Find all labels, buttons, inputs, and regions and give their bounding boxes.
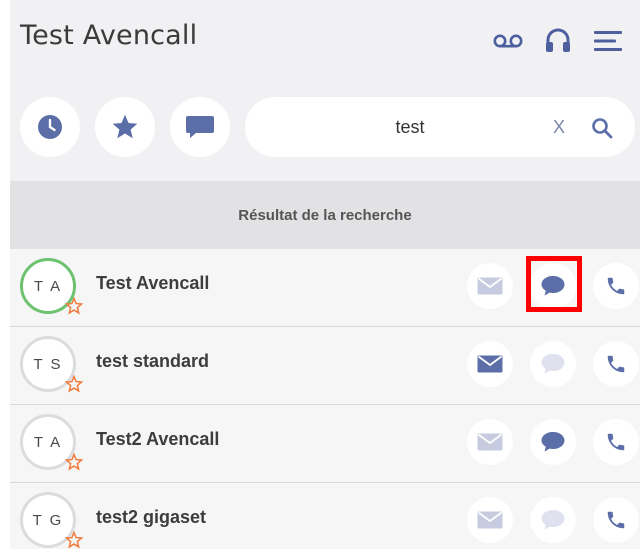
search-icon [592,118,613,139]
email-button[interactable] [467,497,513,543]
phone-icon [607,433,625,451]
favorite-star-icon[interactable] [65,453,83,471]
email-button[interactable] [467,341,513,387]
menu-icon[interactable] [590,24,626,58]
envelope-icon [477,355,503,373]
search-button[interactable] [587,113,617,143]
contact-name: Test2 Avencall [96,429,220,449]
favorites-filter-button[interactable] [95,97,155,157]
contact-name: test2 gigaset [96,507,207,527]
envelope-icon [477,511,503,529]
email-button[interactable] [467,263,513,309]
chat-button[interactable] [530,341,576,387]
voicemail-icon[interactable] [490,24,526,58]
search-input[interactable] [265,113,555,141]
contact-name: test standard [96,351,210,371]
call-button[interactable] [593,341,639,387]
headset-icon[interactable] [540,24,576,58]
phone-icon [607,277,625,295]
clear-search-button[interactable]: X [545,113,573,141]
call-button[interactable] [593,263,639,309]
contact-row[interactable]: T G test2 gigaset [10,483,640,549]
history-filter-button[interactable] [20,97,80,157]
favorite-star-icon[interactable] [65,531,83,549]
chat-button[interactable] [530,419,576,465]
header: Test Avencall [10,0,640,80]
chat-button[interactable] [530,497,576,543]
favorite-star-icon[interactable] [65,375,83,393]
contacts-panel: Test Avencall test X Résultat de la rech… [10,0,640,549]
contact-row[interactable]: T A Test Avencall [10,249,640,327]
chat-bubble-icon [541,510,565,530]
call-button[interactable] [593,497,639,543]
contact-row[interactable]: T S test standard [10,327,640,405]
star-icon [112,114,138,139]
chat-filter-button[interactable] [170,97,230,157]
email-button[interactable] [467,419,513,465]
chat-icon [186,116,214,138]
clock-icon [38,115,62,139]
results-header: Résultat de la recherche [10,181,640,249]
phone-icon [607,355,625,373]
chat-bubble-icon [541,276,565,296]
phone-icon [607,511,625,529]
app-title: Test Avencall [20,20,198,51]
contact-name: Test Avencall [96,273,210,293]
chat-button[interactable] [530,263,576,309]
search-box: X [245,97,635,157]
call-button[interactable] [593,419,639,465]
envelope-icon [477,433,503,451]
envelope-icon [477,277,503,295]
favorite-star-icon[interactable] [65,297,83,315]
contact-row[interactable]: T A Test2 Avencall [10,405,640,483]
chat-bubble-icon [541,432,565,452]
chat-bubble-icon [541,354,565,374]
